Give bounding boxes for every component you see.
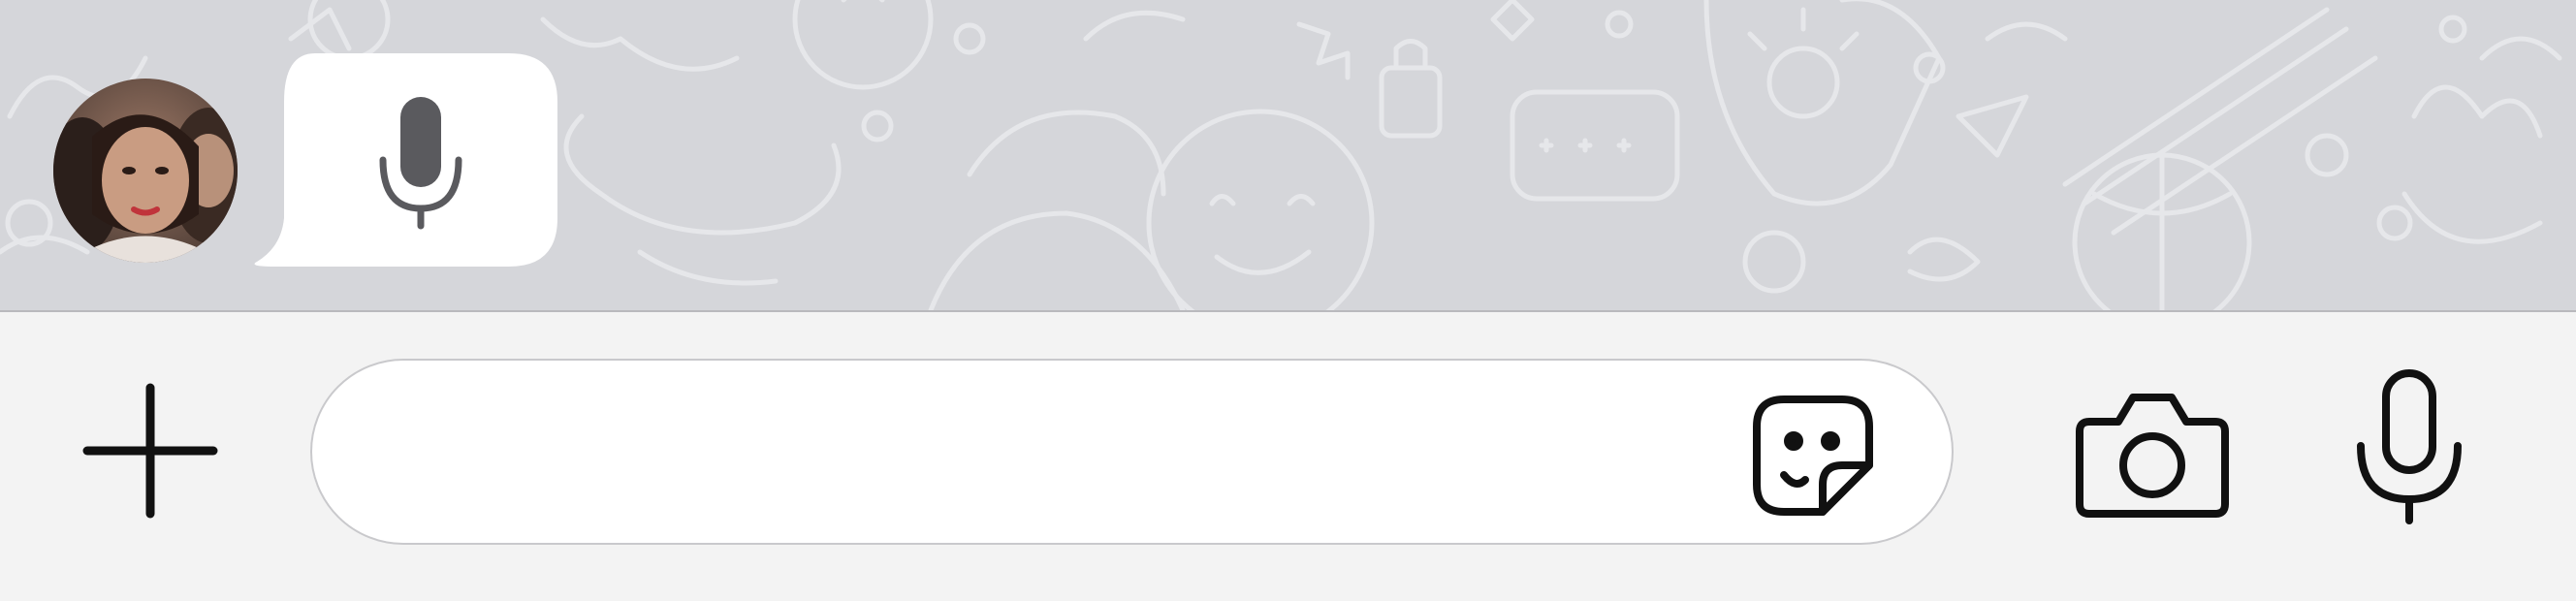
attach-plus-button[interactable] [78,378,223,523]
contact-photo [53,79,238,263]
chat-area [0,0,2576,310]
message-input-field[interactable] [310,359,1954,545]
sticker-button[interactable] [1745,388,1881,523]
camera-icon [2076,394,2229,518]
plus-icon [82,383,218,519]
contact-avatar[interactable] [53,79,238,263]
microphone-icon [2357,369,2462,524]
message-input[interactable] [370,399,1732,508]
voice-record-button[interactable] [2337,364,2482,528]
sticker-icon [1753,395,1873,516]
voice-message-bubble[interactable] [247,53,557,267]
camera-button[interactable] [2070,383,2235,528]
